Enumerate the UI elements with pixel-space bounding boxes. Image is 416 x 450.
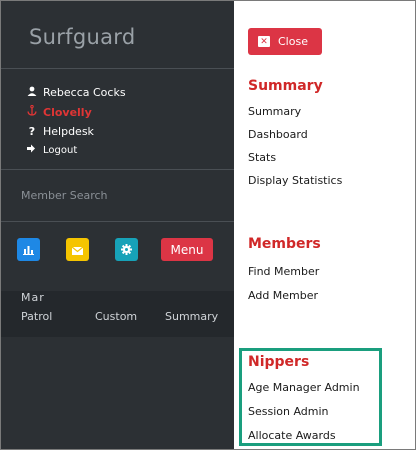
sidebar: Surfguard Rebecca Cocks Clovelly ? Helpd… [1,1,234,449]
close-icon: ✕ [258,36,270,47]
helpdesk-link[interactable]: ? Helpdesk [27,125,94,138]
app-window: Surfguard Rebecca Cocks Clovelly ? Helpd… [0,0,416,450]
menu-item-find-member[interactable]: Find Member [248,265,319,278]
menu-item-display-statistics[interactable]: Display Statistics [248,174,342,187]
envelope-icon [71,240,84,259]
logout-icon [27,144,37,156]
user-name-link[interactable]: Rebecca Cocks [27,86,126,99]
menu-button[interactable]: Menu [161,238,213,261]
menu-item-add-member[interactable]: Add Member [248,289,318,302]
divider [1,221,234,222]
gear-icon [121,240,132,259]
settings-button[interactable] [115,238,138,261]
brand-title: Surfguard [29,25,136,49]
user-name: Rebecca Cocks [43,86,126,99]
message-button[interactable] [66,238,89,261]
helpdesk-label: Helpdesk [43,125,94,138]
user-icon [27,86,37,99]
chart-button[interactable] [17,238,40,261]
bar-chart-icon [23,240,34,259]
tab-custom[interactable]: Custom [95,310,137,323]
logout-label: Logout [43,144,78,156]
question-icon: ? [28,125,36,138]
anchor-icon [27,104,37,119]
member-search-input[interactable] [21,182,221,208]
logout-link[interactable]: Logout [27,144,77,156]
tab-summary[interactable]: Summary [165,310,218,323]
section-heading-summary: Summary [248,78,323,94]
menu-item-dashboard[interactable]: Dashboard [248,128,308,141]
divider [1,68,234,69]
close-button[interactable]: ✕ Close [248,28,322,55]
tabs-bar: Mar Patrol Custom Summary [1,291,234,337]
nippers-highlight-box [239,348,382,446]
close-label: Close [278,35,308,48]
menu-item-summary[interactable]: Summary [248,105,301,118]
club-name: Clovelly [43,105,92,119]
member-search [1,170,234,221]
section-heading-members: Members [248,236,321,252]
menu-item-stats[interactable]: Stats [248,151,276,164]
tabs-peek-label: Mar [21,291,45,304]
tab-patrol[interactable]: Patrol [21,310,52,323]
club-link[interactable]: Clovelly [27,104,92,119]
